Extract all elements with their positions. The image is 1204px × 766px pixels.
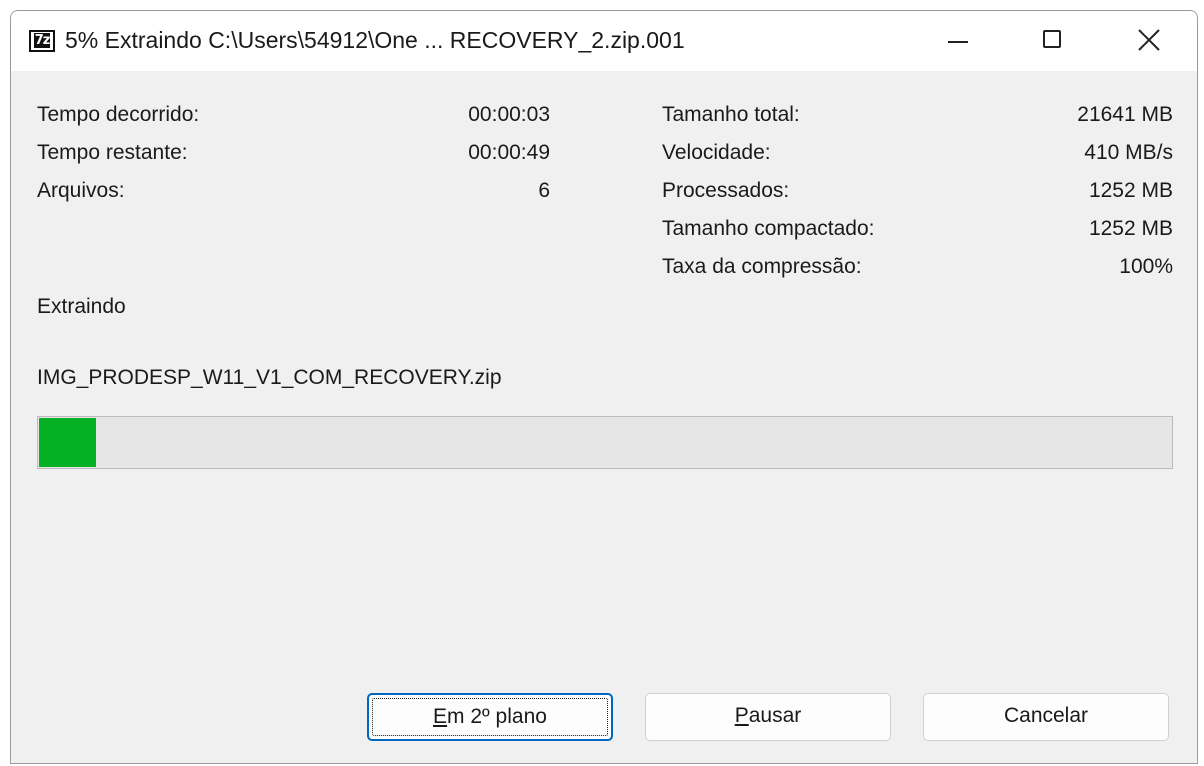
minimize-button[interactable]: [910, 11, 1006, 71]
extract-progress-window: 7z 5% Extraindo C:\Users\54912\One ... R…: [10, 10, 1198, 764]
progress-bar: [37, 416, 1173, 469]
operation-status: Extraindo: [37, 295, 126, 318]
files-label: Arquivos:: [37, 179, 125, 202]
close-button[interactable]: [1102, 11, 1197, 71]
compression-ratio-value: 100%: [1119, 255, 1173, 278]
progress-bar-fill: [39, 418, 96, 467]
total-size-value: 21641 MB: [1077, 103, 1173, 126]
maximize-icon: [1043, 30, 1061, 48]
background-button[interactable]: Em 2º plano: [367, 693, 613, 741]
compressed-size-value: 1252 MB: [1088, 217, 1173, 240]
total-size-label: Tamanho total:: [662, 103, 800, 126]
processed-label: Processados:: [662, 179, 790, 202]
compression-ratio-label: Taxa da compressão:: [662, 255, 862, 278]
pause-button[interactable]: Pausar: [645, 693, 891, 741]
window-title: 5% Extraindo C:\Users\54912\One ... RECO…: [65, 27, 685, 53]
speed-label: Velocidade:: [662, 141, 771, 164]
compressed-size-label: Tamanho compactado:: [662, 217, 875, 240]
cancel-button[interactable]: Cancelar: [923, 693, 1169, 741]
close-icon: [1138, 29, 1160, 51]
current-file-name: IMG_PRODESP_W11_V1_COM_RECOVERY.zip: [37, 366, 502, 389]
elapsed-time-value: 00:00:03: [468, 103, 550, 126]
title-bar[interactable]: 7z 5% Extraindo C:\Users\54912\One ... R…: [11, 11, 1197, 71]
processed-value: 1252 MB: [1088, 179, 1173, 202]
remaining-time-label: Tempo restante:: [37, 141, 188, 164]
elapsed-time-label: Tempo decorrido:: [37, 103, 200, 126]
maximize-button[interactable]: [1006, 11, 1102, 71]
remaining-time-value: 00:00:49: [468, 141, 550, 164]
7zip-app-icon[interactable]: 7z: [29, 30, 55, 52]
speed-value: 410 MB/s: [1084, 141, 1173, 164]
files-value: 6: [538, 179, 550, 202]
minimize-icon: [948, 41, 968, 43]
